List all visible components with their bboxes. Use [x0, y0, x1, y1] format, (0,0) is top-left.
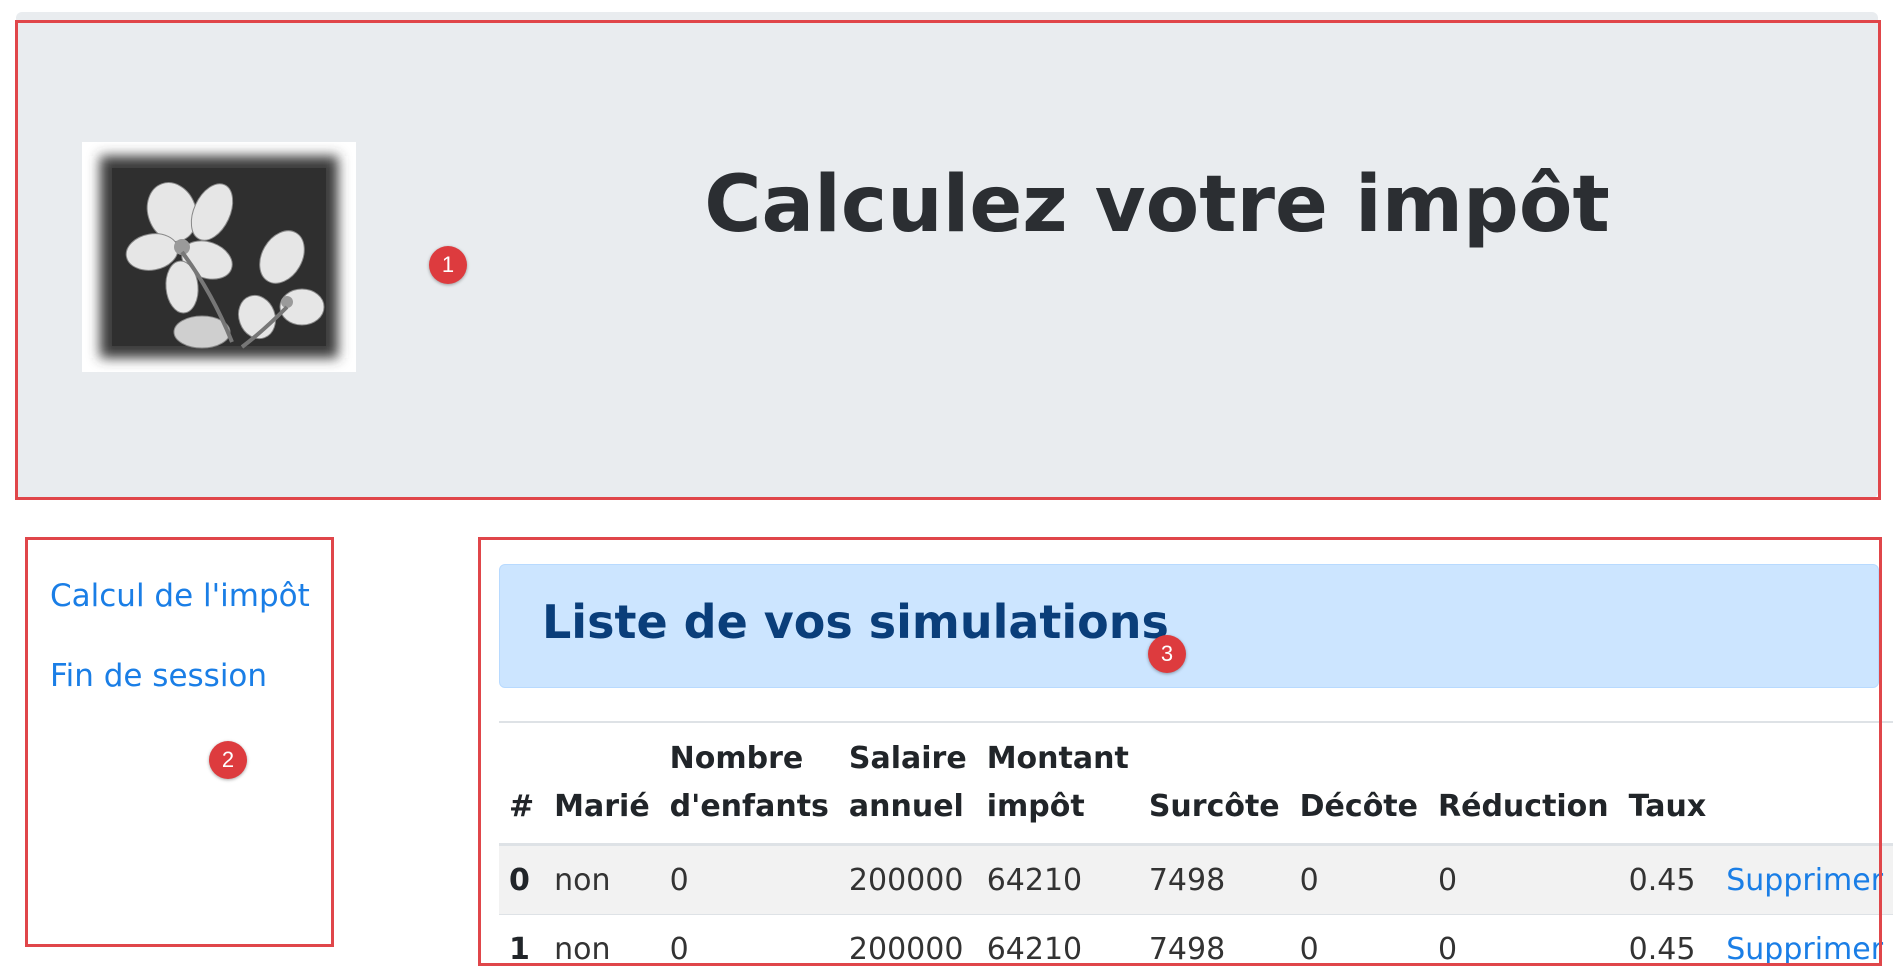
- cell-montant: 64210: [976, 914, 1139, 976]
- simulations-table: # Marié Nombre d'enfants Salaire annuel …: [499, 721, 1894, 976]
- col-header-salaire: Salaire annuel: [838, 721, 977, 846]
- col-header-montant: Montant impôt: [976, 721, 1139, 846]
- cell-reduction: 0: [1428, 914, 1619, 976]
- cell-enfants: 0: [659, 844, 839, 915]
- cell-salaire: 200000: [838, 844, 977, 915]
- cell-index: 0: [499, 844, 545, 915]
- cell-index: 1: [499, 914, 545, 976]
- sidebar-menu: Calcul de l'impôt Fin de session: [50, 578, 310, 738]
- cell-surcote: 7498: [1138, 914, 1290, 976]
- simulations-heading: Liste de vos simulations: [542, 595, 1169, 649]
- cell-taux: 0.45: [1618, 914, 1717, 976]
- sidebar-item-fin-session[interactable]: Fin de session: [50, 658, 310, 694]
- table-header-row: # Marié Nombre d'enfants Salaire annuel …: [499, 721, 1894, 846]
- col-header-index: #: [499, 721, 545, 846]
- cell-taux: 0.45: [1618, 844, 1717, 915]
- annotation-badge-3: 3: [1148, 635, 1186, 673]
- col-header-decote: Décôte: [1289, 721, 1428, 846]
- flower-photo-icon: [82, 142, 356, 372]
- delete-simulation-link[interactable]: Supprimer: [1726, 932, 1883, 967]
- simulations-alert: Liste de vos simulations: [499, 564, 1879, 688]
- cell-surcote: 7498: [1138, 844, 1290, 915]
- header-jumbotron: Calculez votre impôt: [16, 12, 1878, 498]
- col-header-taux: Taux: [1618, 721, 1717, 846]
- cell-marie: non: [544, 844, 660, 915]
- sidebar-item-calcul-impot[interactable]: Calcul de l'impôt: [50, 578, 310, 614]
- page-title: Calculez votre impôt: [704, 160, 1610, 250]
- cell-actions: Supprimer: [1716, 914, 1894, 976]
- annotation-badge-1: 1: [429, 246, 467, 284]
- cell-montant: 64210: [976, 844, 1139, 915]
- cell-actions: Supprimer: [1716, 844, 1894, 915]
- cell-reduction: 0: [1428, 844, 1619, 915]
- cell-enfants: 0: [659, 914, 839, 976]
- col-header-reduction: Réduction: [1428, 721, 1619, 846]
- col-header-surcote: Surcôte: [1138, 721, 1290, 846]
- table-row: 1 non 0 200000 64210 7498 0 0 0.45 Suppr…: [499, 914, 1894, 976]
- table-row: 0 non 0 200000 64210 7498 0 0 0.45 Suppr…: [499, 844, 1894, 915]
- col-header-actions: [1716, 721, 1894, 846]
- cell-marie: non: [544, 914, 660, 976]
- col-header-marie: Marié: [544, 721, 660, 846]
- cell-decote: 0: [1289, 844, 1428, 915]
- annotation-badge-2: 2: [209, 741, 247, 779]
- col-header-enfants: Nombre d'enfants: [659, 721, 839, 846]
- cell-salaire: 200000: [838, 914, 977, 976]
- cell-decote: 0: [1289, 914, 1428, 976]
- delete-simulation-link[interactable]: Supprimer: [1726, 863, 1883, 898]
- simulations-table-wrapper: # Marié Nombre d'enfants Salaire annuel …: [499, 721, 1894, 976]
